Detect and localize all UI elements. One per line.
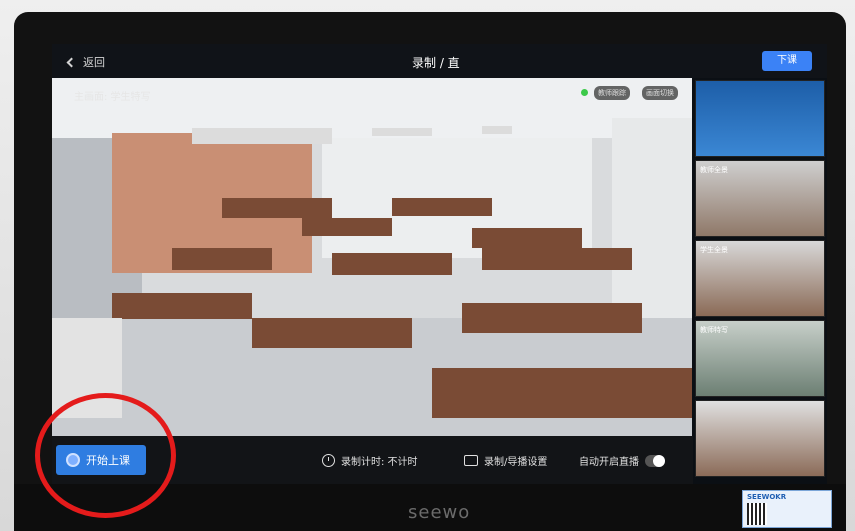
page-title: 录制 / 直 bbox=[412, 56, 460, 70]
auto-live-label: 自动开启直播 bbox=[579, 457, 639, 468]
auto-live-control: 自动开启直播 bbox=[579, 453, 665, 468]
thumbnail-teacher-wide[interactable]: 教师全景 bbox=[695, 160, 825, 237]
auto-live-toggle[interactable] bbox=[645, 454, 665, 467]
clock-icon bbox=[322, 454, 335, 467]
tag-switch-view[interactable]: 画面切换 bbox=[642, 86, 678, 100]
chevron-left-icon bbox=[66, 57, 77, 67]
sticker-title: SEEWOKR bbox=[747, 493, 787, 501]
main-view-label: 主画面: 学生特写 bbox=[74, 92, 151, 103]
top-bar: 返回 录制 / 直 下课 bbox=[52, 44, 827, 78]
app-screen: 返回 录制 / 直 下课 主画面: 学生特写 教师跟踪 画面切换 教师全景 学生… bbox=[52, 44, 827, 484]
status-dot bbox=[581, 89, 588, 96]
main-camera-view: 主画面: 学生特写 教师跟踪 画面切换 bbox=[52, 78, 692, 436]
brand-logo: seewo bbox=[408, 502, 471, 523]
tag-teacher-tracking[interactable]: 教师跟踪 bbox=[594, 86, 630, 100]
annotation-circle bbox=[35, 393, 176, 518]
thumbnail-student-close[interactable] bbox=[695, 400, 825, 477]
record-settings-control[interactable]: 录制/导播设置 bbox=[464, 453, 547, 468]
record-timer-control[interactable]: 录制计时: 不计时 bbox=[322, 453, 418, 468]
qr-code-icon bbox=[747, 503, 767, 525]
record-timer-label: 录制计时: 不计时 bbox=[341, 457, 418, 468]
end-class-button[interactable]: 下课 bbox=[762, 51, 812, 71]
record-settings-label: 录制/导播设置 bbox=[484, 457, 548, 468]
thumbnail-slide[interactable] bbox=[695, 80, 825, 157]
back-button[interactable]: 返回 bbox=[66, 54, 105, 70]
back-label: 返回 bbox=[83, 56, 105, 69]
settings-icon bbox=[464, 455, 478, 466]
classroom-scene bbox=[52, 78, 692, 436]
thumbnail-teacher-close[interactable]: 教师特写 bbox=[695, 320, 825, 397]
thumbnail-student-wide[interactable]: 学生全景 bbox=[695, 240, 825, 317]
device-sticker: SEEWOKR bbox=[742, 490, 832, 528]
thumbnail-strip: 教师全景 学生全景 教师特写 bbox=[693, 78, 827, 484]
